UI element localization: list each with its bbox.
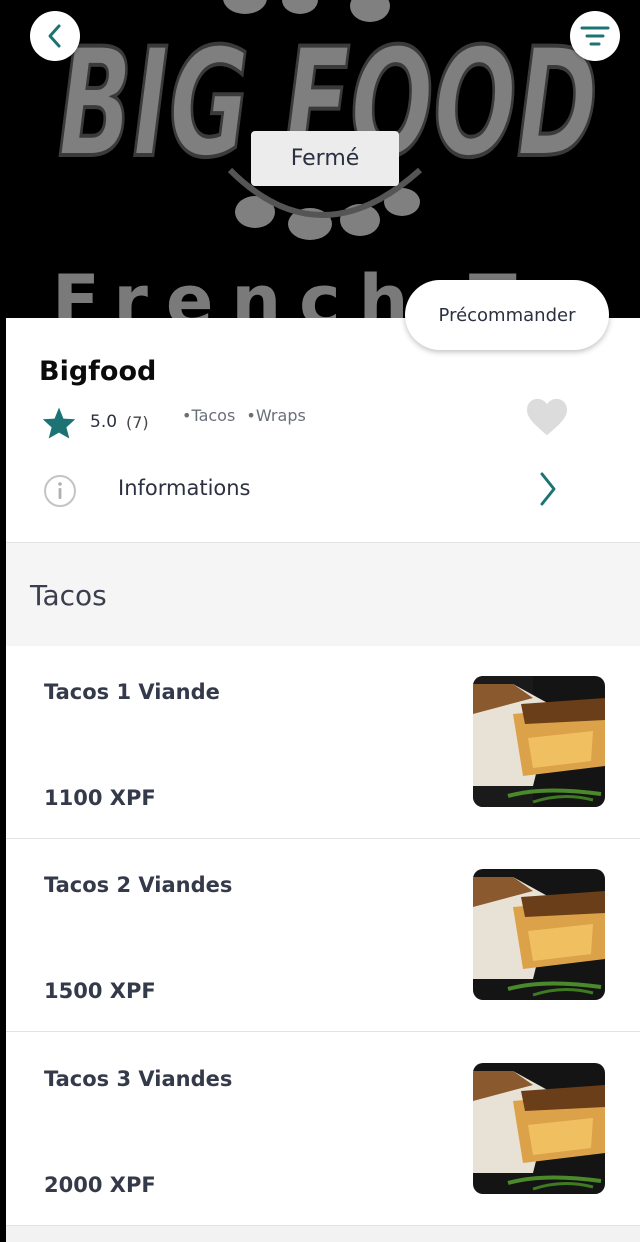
item-price: 1100 XPF [44,786,156,810]
menu-item[interactable]: Tacos 3 Viandes 2000 XPF [6,1033,640,1226]
item-photo [473,1063,605,1194]
heart-icon[interactable] [525,397,569,437]
rating-value: 5.0 [90,412,118,432]
item-name: Tacos 3 Viandes [44,1067,233,1091]
menu-item[interactable]: Tacos 2 Viandes 1500 XPF [6,839,640,1032]
menu-item[interactable]: Tacos 1 Viande 1100 XPF [6,646,640,839]
menu-section-header: Tacos [6,542,640,647]
filter-icon [580,26,610,46]
back-button[interactable] [30,11,80,61]
rating-count: (7) [126,413,149,432]
informations-label: Informations [118,476,251,500]
item-photo [473,676,605,807]
item-photo [473,869,605,1000]
list-end [6,1226,640,1242]
item-price: 1500 XPF [44,979,156,1003]
restaurant-name: Bigfood [39,356,157,387]
filter-button[interactable] [570,11,620,61]
item-name: Tacos 2 Viandes [44,873,233,897]
info-icon [44,475,76,507]
chevron-right-icon [540,472,556,506]
item-name: Tacos 1 Viande [44,680,220,704]
tag-tacos: •Tacos [182,406,236,425]
section-title: Tacos [30,579,107,612]
status-badge: Fermé [251,131,399,186]
chevron-left-icon [48,24,61,48]
informations-row[interactable]: Informations [40,470,570,512]
cuisine-tags: •Tacos •Wraps [182,406,312,425]
item-price: 2000 XPF [44,1173,156,1197]
preorder-button[interactable]: Précommander [405,280,609,350]
tag-wraps: •Wraps [246,406,306,425]
star-icon [42,407,76,439]
